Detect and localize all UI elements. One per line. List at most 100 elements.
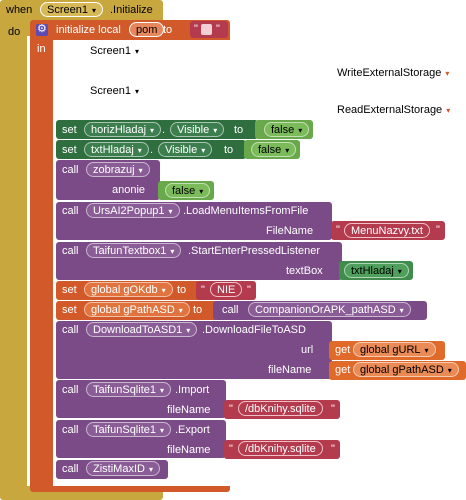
arg-label: fileName xyxy=(268,364,312,376)
dot-separator: . xyxy=(150,144,154,156)
chevron-down-icon: ▾ xyxy=(285,146,290,155)
chevron-down-icon: ▾ xyxy=(160,386,165,395)
property-dropdown[interactable]: Visible ▾ xyxy=(158,142,213,157)
arg-label: FileName xyxy=(266,225,314,237)
method-label: .Import xyxy=(175,384,210,396)
component-dropdown[interactable]: Screen1 ▾ xyxy=(40,2,103,17)
quote-mark: " xyxy=(331,443,335,455)
local-var-name[interactable]: pom xyxy=(129,22,165,37)
variable-dropdown[interactable]: global gOKdb ▾ xyxy=(84,282,173,297)
method-label: .LoadMenuItemsFromFile xyxy=(183,205,309,217)
chevron-down-icon: ▾ xyxy=(201,146,206,155)
set-label: set xyxy=(62,144,77,156)
text-field[interactable]: /dbKnihy.sqlite xyxy=(238,441,323,456)
component-dropdown[interactable]: DownloadToASD1 ▾ xyxy=(86,322,198,337)
set-label: set xyxy=(62,124,77,136)
boolean-dropdown[interactable]: false ▾ xyxy=(251,142,297,157)
component-dropdown[interactable]: txtHladaj ▾ xyxy=(344,263,409,278)
permission-name-2[interactable]: ReadExternalStorage ▾ xyxy=(337,103,450,118)
to-label: to xyxy=(193,304,203,316)
permission-component-2[interactable]: Screen1 ▾ xyxy=(90,84,139,99)
quote-mark: " xyxy=(229,443,233,455)
in-label: in xyxy=(37,43,46,55)
to-label: to xyxy=(224,144,234,156)
call-label: call xyxy=(222,304,239,316)
call-label: call xyxy=(62,463,79,475)
chevron-down-icon: ▾ xyxy=(199,187,204,196)
to-label: to xyxy=(234,124,244,136)
text-field[interactable]: /dbKnihy.sqlite xyxy=(238,401,323,416)
set-label: set xyxy=(62,284,77,296)
call-label: call xyxy=(62,245,79,257)
chevron-down-icon: ▾ xyxy=(134,47,139,56)
empty-text-block[interactable]: " " xyxy=(190,21,228,38)
variable-dropdown[interactable]: global gURL ▾ xyxy=(353,342,436,357)
chevron-down-icon: ▾ xyxy=(160,426,165,435)
chevron-down-icon: ▾ xyxy=(178,306,183,315)
call-label: call xyxy=(62,324,79,336)
component-dropdown[interactable]: UrsAI2Popup1 ▾ xyxy=(86,203,180,218)
chevron-down-icon: ▾ xyxy=(138,166,143,175)
chevron-down-icon: ▾ xyxy=(150,126,155,135)
procedure-dropdown[interactable]: ZistiMaxID ▾ xyxy=(86,461,160,476)
to-label: to xyxy=(163,24,173,36)
event-method: .Initialize xyxy=(110,4,153,16)
property-dropdown[interactable]: Visible ▾ xyxy=(170,122,225,137)
chevron-down-icon: ▾ xyxy=(148,465,153,474)
chevron-down-icon: ▾ xyxy=(137,146,142,155)
quote-mark: " xyxy=(436,224,440,236)
arg-label: textBox xyxy=(286,265,323,277)
set-label: set xyxy=(62,304,77,316)
permission-name-1[interactable]: WriteExternalStorage ▾ xyxy=(337,66,449,81)
component-dropdown[interactable]: TaifunTextbox1 ▾ xyxy=(86,243,182,258)
chevron-down-icon: ▾ xyxy=(447,366,452,375)
dot-separator: . xyxy=(162,124,166,136)
chevron-down-icon: ▾ xyxy=(298,126,303,135)
arg-label: url xyxy=(301,344,314,356)
arg-label: fileName xyxy=(167,404,211,416)
call-label: call xyxy=(62,164,79,176)
chevron-down-icon: ▾ xyxy=(186,326,191,335)
method-label: .DownloadFileToASD xyxy=(202,324,306,336)
arg-label: anonie xyxy=(112,184,146,196)
component-dropdown[interactable]: horizHladaj ▾ xyxy=(84,122,162,137)
component-dropdown[interactable]: txtHladaj ▾ xyxy=(84,142,149,157)
chevron-down-icon: ▾ xyxy=(168,207,173,216)
get-label: get xyxy=(335,344,351,356)
permission-component-1[interactable]: Screen1 ▾ xyxy=(90,44,139,59)
variable-dropdown[interactable]: global gPathASD ▾ xyxy=(84,302,190,317)
quote-mark: " xyxy=(247,284,251,296)
quote-mark: " xyxy=(331,403,335,415)
method-label: .Export xyxy=(175,424,210,436)
quote-mark: " xyxy=(336,224,340,236)
boolean-dropdown[interactable]: false ▾ xyxy=(165,183,211,198)
chevron-down-icon: ▾ xyxy=(213,126,218,135)
procedure-dropdown[interactable]: CompanionOrAPK_pathASD ▾ xyxy=(248,302,411,317)
component-dropdown[interactable]: TaifunSqlite1 ▾ xyxy=(86,382,172,397)
procedure-dropdown[interactable]: zobrazuj ▾ xyxy=(86,162,150,177)
method-label: .StartEnterPressedListener xyxy=(188,245,321,257)
to-label: to xyxy=(177,284,187,296)
get-label: get xyxy=(335,364,351,376)
boolean-dropdown[interactable]: false ▾ xyxy=(264,122,310,137)
chevron-down-icon: ▾ xyxy=(445,69,450,78)
chevron-down-icon: ▾ xyxy=(424,346,429,355)
arg-label: fileName xyxy=(167,444,211,456)
chevron-down-icon: ▾ xyxy=(91,6,96,15)
do-label: do xyxy=(8,26,21,38)
call-label: call xyxy=(62,424,79,436)
quote-mark: " xyxy=(229,403,233,415)
initialize-local-label: initialize local xyxy=(56,24,121,36)
variable-dropdown[interactable]: global gPathASD ▾ xyxy=(353,362,459,377)
chevron-down-icon: ▾ xyxy=(161,286,166,295)
empty-text-field[interactable] xyxy=(201,24,212,35)
when-label: when xyxy=(6,4,33,16)
component-dropdown[interactable]: TaifunSqlite1 ▾ xyxy=(86,422,172,437)
chevron-down-icon: ▾ xyxy=(399,306,404,315)
text-field[interactable]: MenuNazvy.txt xyxy=(344,223,430,238)
gear-icon[interactable] xyxy=(36,22,48,36)
chevron-down-icon: ▾ xyxy=(134,87,139,96)
call-label: call xyxy=(62,205,79,217)
call-label: call xyxy=(62,384,79,396)
text-field[interactable]: NIE xyxy=(210,282,243,297)
